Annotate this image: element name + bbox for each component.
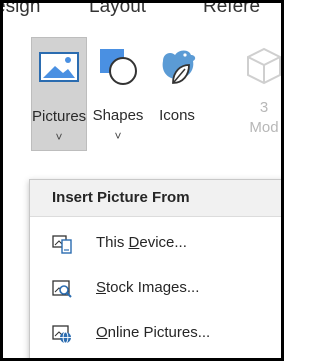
shapes-button[interactable]: Shapes ˅ (87, 37, 149, 149)
3d-label-line1: 3 (259, 99, 269, 116)
online-pictures-icon (52, 325, 71, 344)
menu-item-label: This Device... (96, 234, 187, 251)
tab-layout[interactable]: Layout (89, 3, 146, 18)
cube-icon (247, 47, 281, 85)
pictures-label: Pictures (32, 108, 87, 125)
tab-design[interactable]: esign (3, 3, 40, 18)
chevron-down-icon: ˅ (55, 130, 63, 144)
menu-item-label: Online Pictures... (96, 324, 211, 341)
pictures-button[interactable]: Pictures ˅ (31, 37, 87, 151)
device-icon (52, 235, 72, 254)
shapes-icon (100, 49, 137, 85)
icons-button[interactable]: Icons (151, 37, 203, 149)
shapes-label: Shapes (92, 107, 144, 124)
menu-header-title: Insert Picture From (52, 189, 190, 206)
ribbon-illustrations-group: Pictures ˅ Shapes ˅ Icons 3 Mod (3, 29, 281, 151)
icons-label: Icons (159, 107, 195, 124)
3d-models-button[interactable]: 3 Mod (229, 37, 281, 149)
insert-picture-menu: Insert Picture From This Device... Stock… (29, 179, 281, 358)
menu-item-this-device[interactable]: This Device... (30, 224, 281, 264)
ribbon-tabs: esign Layout Refere (3, 3, 281, 29)
menu-header: Insert Picture From (30, 180, 281, 217)
screenshot-frame: esign Layout Refere Pictures ˅ Shapes ˅ (0, 0, 284, 361)
3d-label-line2: Mod (249, 119, 279, 136)
menu-item-online-pictures[interactable]: Online Pictures... (30, 314, 281, 354)
menu-item-label: Stock Images... (96, 279, 200, 296)
picture-icon (39, 52, 79, 82)
stock-images-icon (52, 280, 72, 298)
bird-leaf-icon (162, 50, 196, 84)
tab-references[interactable]: Refere (203, 3, 260, 18)
menu-item-stock-images[interactable]: Stock Images... (30, 269, 281, 309)
chevron-down-icon: ˅ (114, 129, 122, 143)
